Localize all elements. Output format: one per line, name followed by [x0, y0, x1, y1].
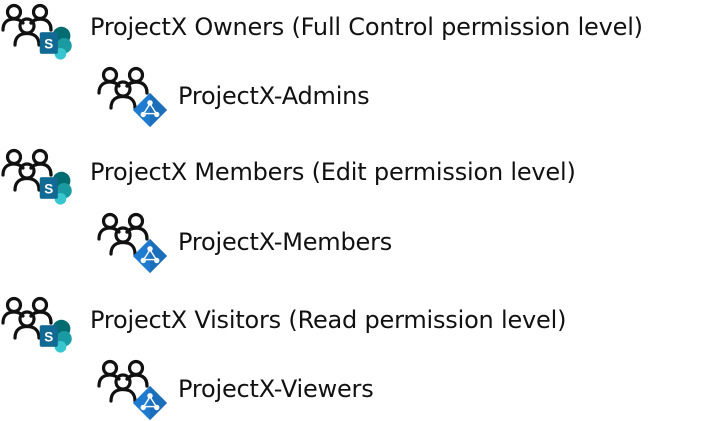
sharepoint-group-label: ProjectX Visitors (Read permission level…: [90, 306, 567, 334]
azure-ad-group-row-members: ProjectX-Members: [96, 210, 392, 274]
sharepoint-group-icon: [1, 296, 72, 353]
sharepoint-group-icon: [1, 3, 72, 60]
azure-ad-group-label: ProjectX-Members: [178, 228, 393, 256]
azure-ad-group-icon: [97, 66, 168, 128]
azure-ad-group-label: ProjectX-Viewers: [178, 375, 374, 403]
sharepoint-group-label: ProjectX Owners (Full Control permission…: [90, 13, 643, 41]
sharepoint-group-label: ProjectX Members (Edit permission level): [90, 158, 576, 186]
azure-ad-group-icon: [97, 212, 168, 274]
azure-ad-group-row-viewers: ProjectX-Viewers: [96, 357, 374, 421]
azure-ad-group-icon: [97, 359, 168, 421]
sharepoint-group-row-owners: ProjectX Owners (Full Control permission…: [0, 1, 643, 65]
sharepoint-group-row-members: ProjectX Members (Edit permission level): [0, 146, 576, 210]
sharepoint-group-row-visitors: ProjectX Visitors (Read permission level…: [0, 294, 566, 358]
sharepoint-group-icon: [1, 148, 72, 205]
azure-ad-group-row-admins: ProjectX-Admins: [96, 64, 370, 128]
azure-ad-group-label: ProjectX-Admins: [178, 82, 370, 110]
